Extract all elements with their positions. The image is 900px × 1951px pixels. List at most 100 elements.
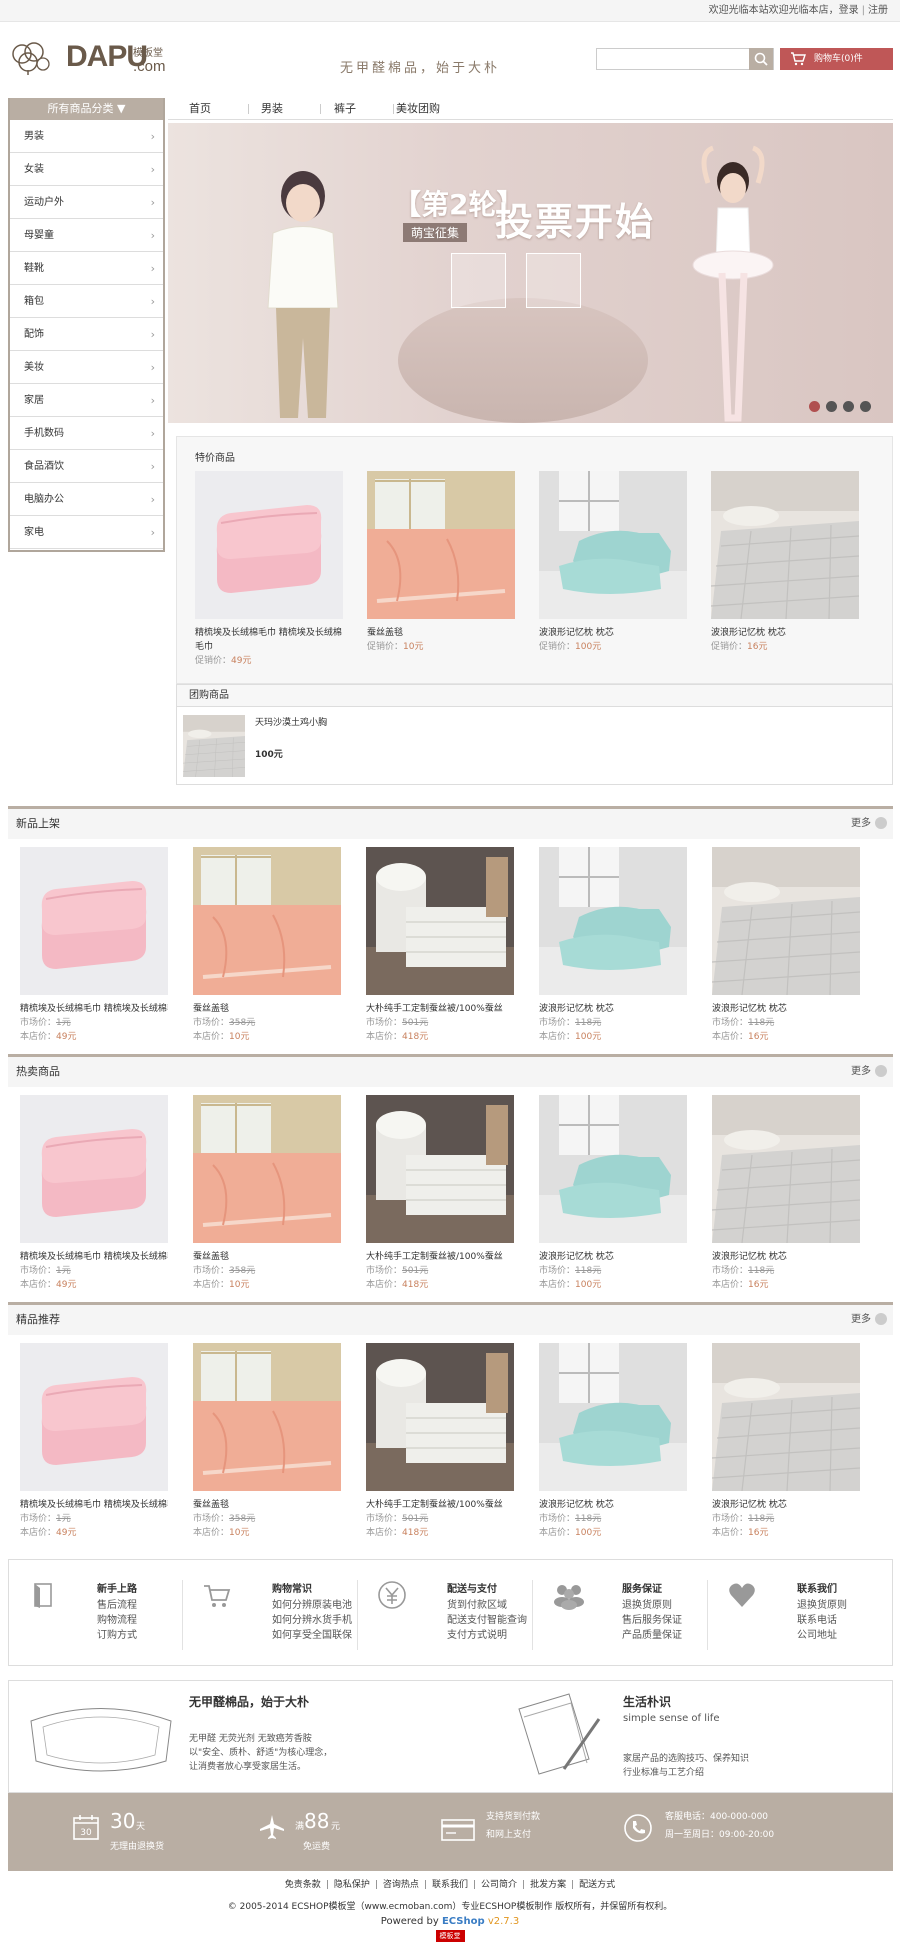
- more-link[interactable]: 更多: [851, 1057, 887, 1087]
- nav-beauty-group[interactable]: 美妆团购: [396, 98, 440, 120]
- help-link[interactable]: 公司地址: [797, 1626, 837, 1641]
- help-link[interactable]: 如何分辨原装电池: [272, 1596, 352, 1611]
- category-item[interactable]: 手机数码 ›: [10, 417, 163, 450]
- product-image[interactable]: [711, 1095, 861, 1244]
- search-button[interactable]: [749, 48, 773, 70]
- help-link[interactable]: 售后流程: [97, 1596, 137, 1611]
- product-image[interactable]: [193, 847, 341, 995]
- help-link[interactable]: 购物流程: [97, 1611, 137, 1626]
- nav-home[interactable]: 首页: [189, 98, 211, 120]
- product-card[interactable]: 波浪形记忆枕 枕芯 市场价：118元 本店价：100元: [539, 1095, 687, 1292]
- product-image[interactable]: [539, 471, 687, 619]
- product-name[interactable]: 波浪形记忆枕 枕芯: [539, 1250, 687, 1264]
- product-name[interactable]: 蚕丝盖毯: [193, 1250, 341, 1264]
- product-image[interactable]: [366, 847, 514, 995]
- product-name[interactable]: 波浪形记忆枕 枕芯: [712, 1498, 860, 1512]
- help-link[interactable]: 售后服务保证: [622, 1611, 682, 1626]
- product-card[interactable]: 蚕丝盖毯 市场价：358元 本店价：10元: [193, 847, 341, 1044]
- help-link[interactable]: 如何享受全国联保: [272, 1626, 352, 1641]
- special-product[interactable]: 蚕丝盖毯 促销价：10元: [367, 471, 515, 654]
- carousel-dot[interactable]: [809, 401, 820, 412]
- product-card[interactable]: 波浪形记忆枕 枕芯 市场价：118元 本店价：16元: [711, 1343, 861, 1540]
- help-link[interactable]: 订购方式: [97, 1626, 137, 1641]
- product-image[interactable]: [366, 1095, 514, 1243]
- category-item[interactable]: 鞋靴 ›: [10, 252, 163, 285]
- footer-link[interactable]: 隐私保护: [334, 1880, 370, 1890]
- category-item[interactable]: 电脑办公 ›: [10, 483, 163, 516]
- category-item[interactable]: 男装 ›: [10, 120, 163, 153]
- product-name[interactable]: 波浪形记忆枕 枕芯: [539, 626, 687, 640]
- footer-link[interactable]: 免责条款: [285, 1880, 321, 1890]
- special-product[interactable]: 精梳埃及长绒棉毛巾 精梳埃及长绒棉毛巾 促销价：49元: [195, 471, 343, 668]
- product-name[interactable]: 波浪形记忆枕 枕芯: [712, 1002, 860, 1016]
- footer-link[interactable]: 咨询热点: [383, 1880, 419, 1890]
- product-name[interactable]: 精梳埃及长绒棉毛巾 精梳埃及长绒棉毛巾: [195, 626, 343, 654]
- more-link[interactable]: 更多: [851, 1305, 887, 1335]
- product-card[interactable]: 波浪形记忆枕 枕芯 市场价：118元 本店价：100元: [539, 1343, 687, 1540]
- product-image[interactable]: [367, 471, 515, 619]
- group-product-image[interactable]: [182, 715, 246, 778]
- product-name[interactable]: 大朴纯手工定制蚕丝被/100%蚕丝: [366, 1002, 514, 1016]
- help-link[interactable]: 退换货原则: [622, 1596, 672, 1611]
- product-name[interactable]: 波浪形记忆枕 枕芯: [712, 1250, 860, 1264]
- product-name[interactable]: 精梳埃及长绒棉毛巾 精梳埃及长绒棉毛巾: [20, 1498, 168, 1512]
- product-image[interactable]: [539, 1343, 687, 1491]
- carousel-dot[interactable]: [860, 401, 871, 412]
- product-image[interactable]: [539, 847, 687, 995]
- group-product-name[interactable]: 天玛沙漠土鸡小胸: [255, 715, 335, 731]
- nav-men[interactable]: 男装: [261, 98, 283, 120]
- product-name[interactable]: 波浪形记忆枕 枕芯: [711, 626, 859, 640]
- help-link[interactable]: 退换货原则: [797, 1596, 847, 1611]
- carousel-dot[interactable]: [843, 401, 854, 412]
- ecshop-link[interactable]: ECShop: [442, 1916, 485, 1927]
- product-card[interactable]: 精梳埃及长绒棉毛巾 精梳埃及长绒棉毛巾市场价：1元本店价：49元: [20, 1343, 168, 1540]
- category-item[interactable]: 箱包 ›: [10, 285, 163, 318]
- footer-link[interactable]: 联系我们: [432, 1880, 468, 1890]
- product-name[interactable]: 大朴纯手工定制蚕丝被/100%蚕丝: [366, 1250, 514, 1264]
- category-item[interactable]: 母婴童 ›: [10, 219, 163, 252]
- product-name[interactable]: 蚕丝盖毯: [367, 626, 515, 640]
- product-card[interactable]: 大朴纯手工定制蚕丝被/100%蚕丝 市场价：501元 本店价：418元: [366, 1095, 514, 1292]
- product-image[interactable]: [20, 1095, 168, 1243]
- product-image[interactable]: [710, 471, 860, 620]
- nav-pants[interactable]: 裤子: [334, 98, 356, 120]
- category-item[interactable]: 美妆 ›: [10, 351, 163, 384]
- category-item[interactable]: 运动户外 ›: [10, 186, 163, 219]
- help-link[interactable]: 配送支付智能查询: [447, 1611, 527, 1626]
- product-image[interactable]: [711, 847, 861, 996]
- product-card[interactable]: 大朴纯手工定制蚕丝被/100%蚕丝 市场价：501元 本店价：418元: [366, 847, 514, 1044]
- product-card[interactable]: 波浪形记忆枕 枕芯 市场价：118元 本店价：16元: [711, 1095, 861, 1292]
- footer-link[interactable]: 配送方式: [579, 1880, 615, 1890]
- product-name[interactable]: 蚕丝盖毯: [193, 1498, 341, 1512]
- product-image[interactable]: [366, 1343, 514, 1491]
- login-link[interactable]: 登录: [839, 5, 859, 16]
- search-input[interactable]: [596, 48, 774, 70]
- product-image[interactable]: [711, 1343, 861, 1492]
- product-name[interactable]: 波浪形记忆枕 枕芯: [539, 1002, 687, 1016]
- category-item[interactable]: 家居 ›: [10, 384, 163, 417]
- carousel-dot[interactable]: [826, 401, 837, 412]
- category-item[interactable]: 女装 ›: [10, 153, 163, 186]
- register-link[interactable]: 注册: [868, 5, 888, 16]
- product-name[interactable]: 大朴纯手工定制蚕丝被/100%蚕丝: [366, 1498, 514, 1512]
- help-link[interactable]: 联系电话: [797, 1611, 837, 1626]
- product-image[interactable]: [193, 1343, 341, 1491]
- product-name[interactable]: 蚕丝盖毯: [193, 1002, 341, 1016]
- category-item[interactable]: 食品酒饮 ›: [10, 450, 163, 483]
- product-card[interactable]: 精梳埃及长绒棉毛巾 精梳埃及长绒棉毛巾市场价：1元本店价：49元: [20, 847, 168, 1044]
- help-link[interactable]: 产品质量保证: [622, 1626, 682, 1641]
- category-item[interactable]: 家电 ›: [10, 516, 163, 549]
- category-item[interactable]: 配饰 ›: [10, 318, 163, 351]
- cart-button[interactable]: 购物车(0)件: [780, 48, 893, 70]
- more-link[interactable]: 更多: [851, 809, 887, 839]
- product-name[interactable]: 精梳埃及长绒棉毛巾 精梳埃及长绒棉毛巾: [20, 1002, 168, 1016]
- product-card[interactable]: 精梳埃及长绒棉毛巾 精梳埃及长绒棉毛巾市场价：1元本店价：49元: [20, 1095, 168, 1292]
- product-image[interactable]: [195, 471, 343, 619]
- product-card[interactable]: 大朴纯手工定制蚕丝被/100%蚕丝 市场价：501元 本店价：418元: [366, 1343, 514, 1540]
- footer-link[interactable]: 批发方案: [530, 1880, 566, 1890]
- product-card[interactable]: 波浪形记忆枕 枕芯 市场价：118元 本店价：16元: [711, 847, 861, 1044]
- logo[interactable]: DAPU 模板堂 .com: [10, 40, 190, 80]
- help-link[interactable]: 货到付款区域: [447, 1596, 507, 1611]
- product-card[interactable]: 波浪形记忆枕 枕芯 市场价：118元 本店价：100元: [539, 847, 687, 1044]
- banner-carousel[interactable]: 【第2轮】 萌宝征集 投票开始: [168, 123, 893, 423]
